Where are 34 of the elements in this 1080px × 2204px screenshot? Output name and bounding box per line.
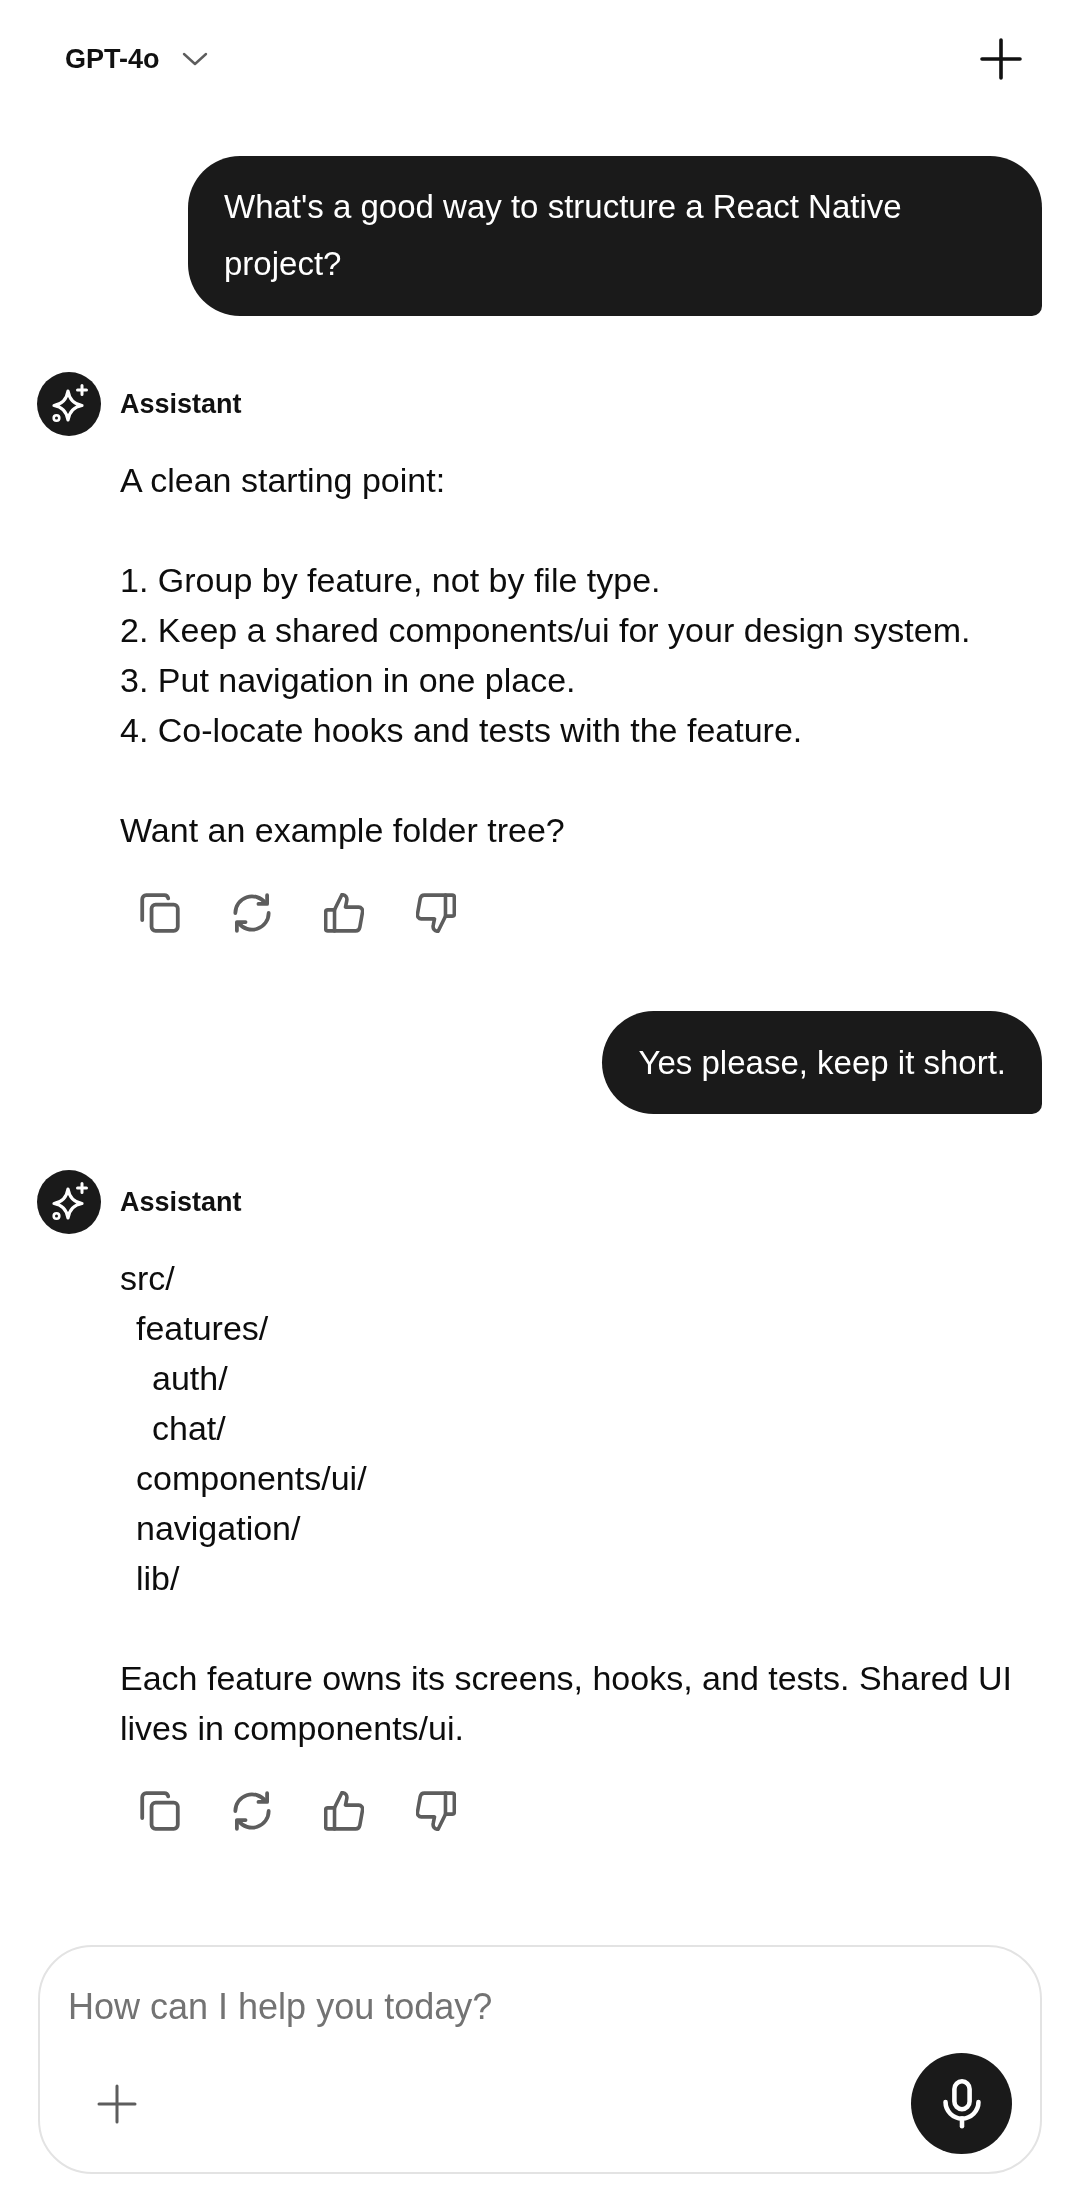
refresh-icon bbox=[232, 893, 272, 933]
user-message: What's a good way to structure a React Native project? bbox=[188, 156, 1042, 316]
sparkle-icon bbox=[37, 1170, 101, 1234]
list-item: 2. Keep a shared components/ui for your design system. bbox=[120, 610, 971, 651]
folder-path: navigation/ bbox=[136, 1508, 301, 1549]
author-name: Assistant bbox=[120, 388, 242, 420]
message-paragraph: A clean starting point: bbox=[120, 460, 446, 501]
list-item: 1. Group by feature, not by file type. bbox=[120, 560, 661, 601]
folder-path: components/ui/ bbox=[136, 1458, 367, 1499]
thumbs-up-icon bbox=[324, 893, 364, 933]
folder-path: src/ bbox=[120, 1258, 175, 1299]
message-paragraph: Want an example folder tree? bbox=[120, 810, 565, 851]
message-input[interactable]: How can I help you today? bbox=[68, 1977, 1012, 2037]
model-selector[interactable]: GPT-4o bbox=[51, 35, 222, 83]
thumbs-down-icon bbox=[416, 893, 456, 933]
microphone-icon bbox=[942, 2078, 981, 2129]
refresh-icon bbox=[232, 1791, 272, 1831]
author-name: Assistant bbox=[120, 1186, 242, 1218]
sparkle-icon bbox=[37, 372, 101, 436]
list-item: 4. Co-locate hooks and tests with the feature. bbox=[120, 710, 803, 751]
list-item: 3. Put navigation in one place. bbox=[120, 660, 576, 701]
folder-path: lib/ bbox=[136, 1558, 180, 1599]
chevron-down-icon bbox=[181, 52, 208, 66]
message-paragraph: Each feature owns its screens, hooks, and tests. Shared UI lives in components/ui. bbox=[120, 1658, 1014, 1749]
user-message: Yes please, keep it short. bbox=[602, 1011, 1042, 1114]
thumbs-up-icon bbox=[324, 1791, 364, 1831]
plus-icon bbox=[97, 2083, 137, 2124]
plus-icon bbox=[980, 38, 1022, 80]
copy-icon bbox=[140, 1791, 180, 1831]
copy-icon bbox=[140, 893, 180, 933]
folder-path: chat/ bbox=[152, 1408, 226, 1449]
folder-path: features/ bbox=[136, 1308, 269, 1349]
thumbs-down-icon bbox=[416, 1791, 456, 1831]
folder-path: auth/ bbox=[152, 1358, 228, 1399]
